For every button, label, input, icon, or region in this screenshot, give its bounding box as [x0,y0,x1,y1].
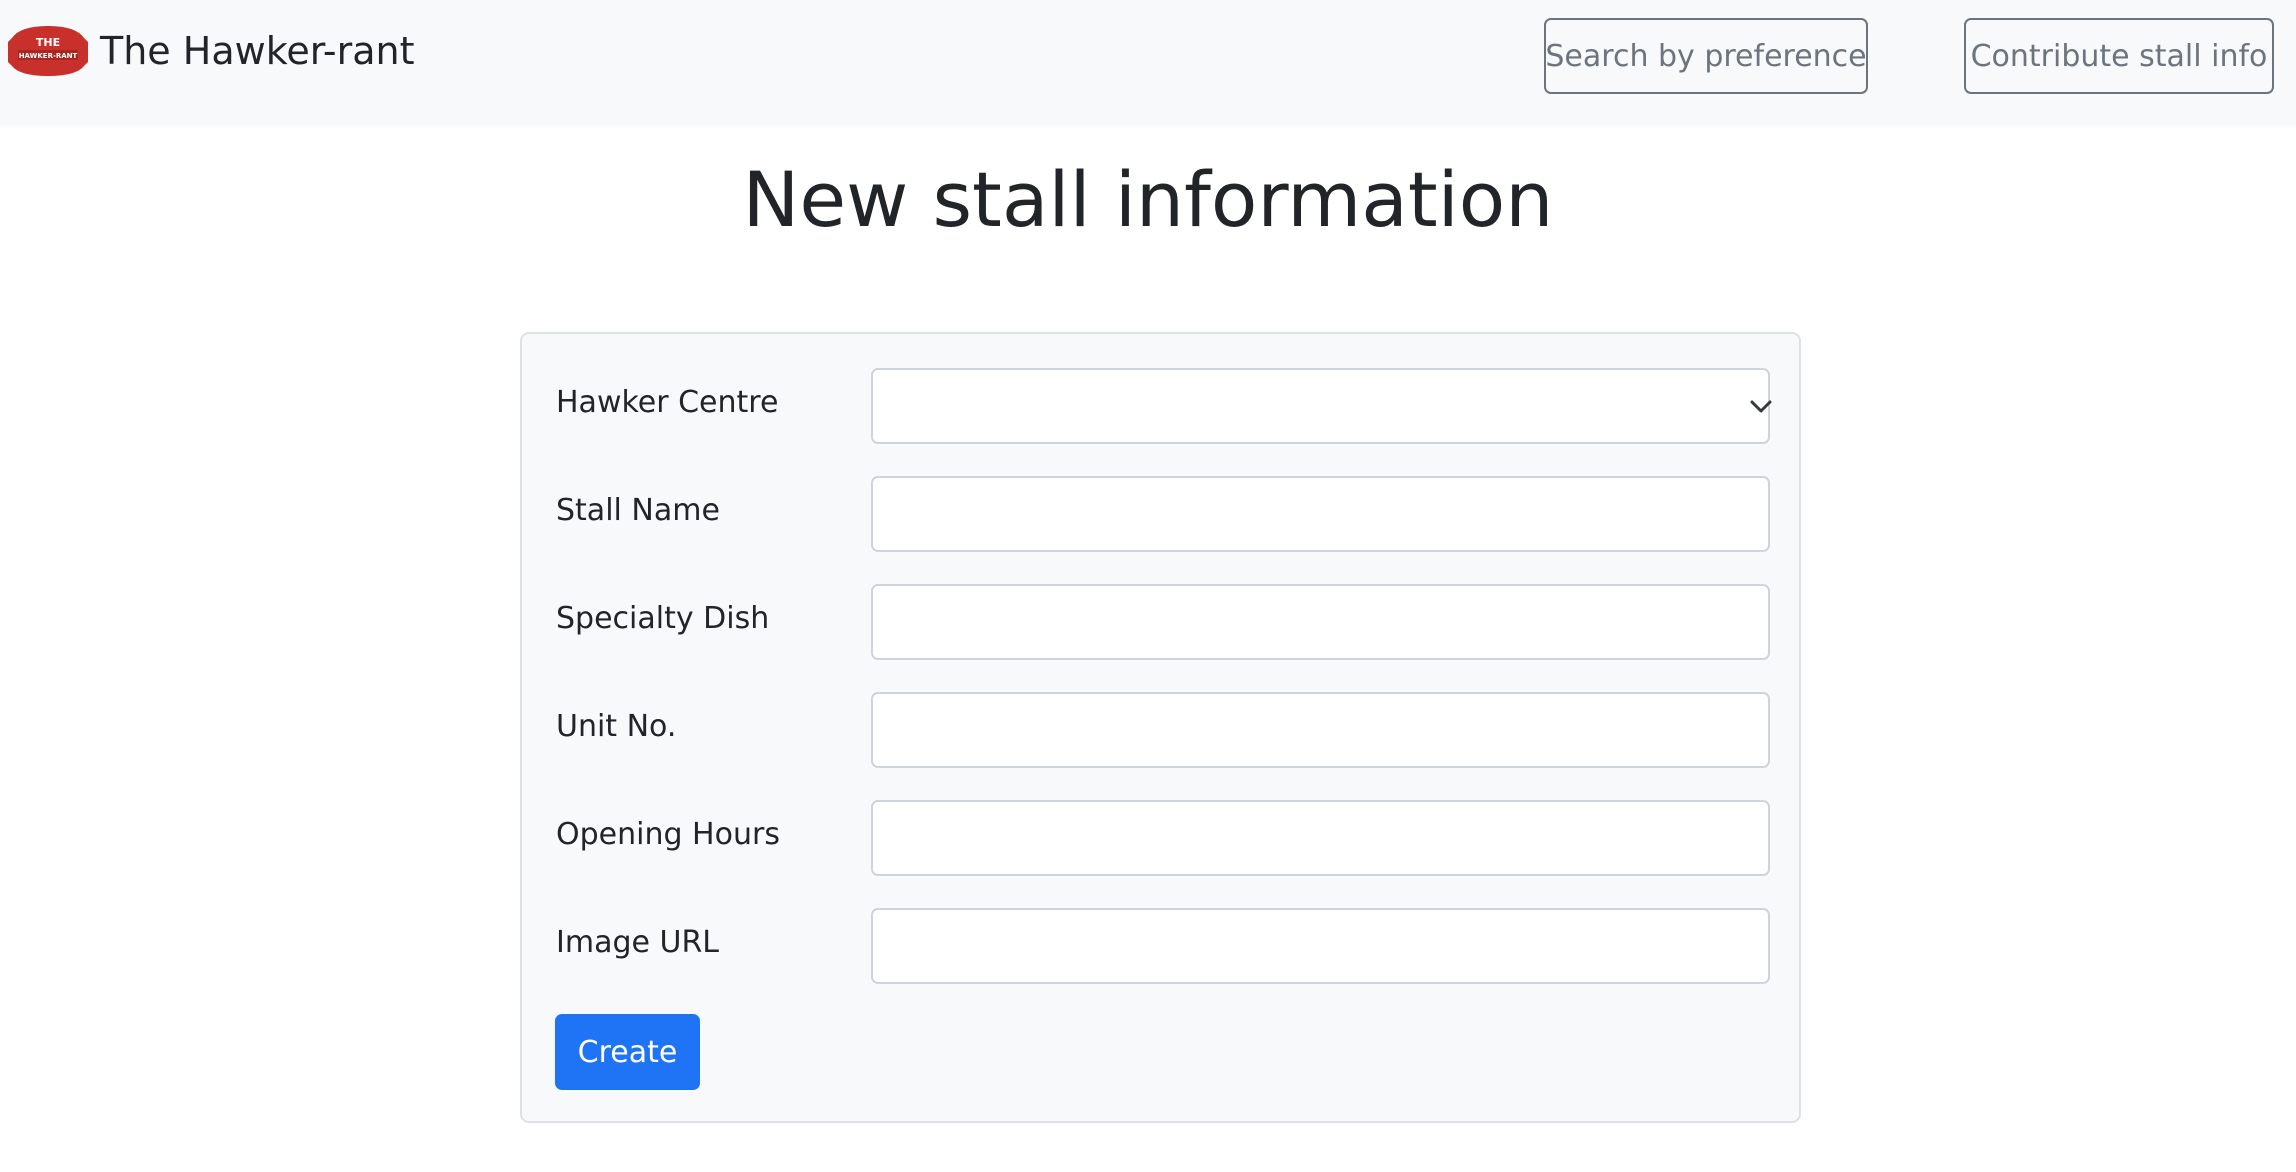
unit-no-row: Unit No. [522,692,1799,768]
opening-hours-input[interactable] [871,800,1770,876]
image-url-row: Image URL [522,908,1799,984]
hawker-centre-select[interactable] [871,368,1770,444]
navbar: THE HAWKER-RANT The Hawker-rant Search b… [0,0,2296,126]
hawker-centre-label: Hawker Centre [556,385,779,420]
image-url-input[interactable] [871,908,1770,984]
brand-title[interactable]: The Hawker-rant [100,22,415,80]
opening-hours-label: Opening Hours [556,817,780,852]
create-button[interactable]: Create [555,1014,700,1090]
contribute-stall-info-button[interactable]: Contribute stall info [1964,18,2274,94]
chevron-down-icon [1750,400,1772,413]
page-title: New stall information [742,155,1554,244]
specialty-dish-input[interactable] [871,584,1770,660]
stall-name-row: Stall Name [522,476,1799,552]
logo-icon: THE HAWKER-RANT [6,22,90,80]
unit-no-label: Unit No. [556,709,677,744]
specialty-dish-label: Specialty Dish [556,601,770,636]
new-stall-form: Hawker Centre Stall Name Specialty Dish … [520,332,1801,1123]
hawker-centre-row: Hawker Centre [522,368,1799,444]
image-url-label: Image URL [556,925,720,960]
brand[interactable]: THE HAWKER-RANT The Hawker-rant [6,22,415,80]
search-by-preference-button[interactable]: Search by preference [1544,18,1868,94]
opening-hours-row: Opening Hours [522,800,1799,876]
logo-text-top: THE [36,36,60,49]
stall-name-label: Stall Name [556,493,720,528]
stall-name-input[interactable] [871,476,1770,552]
logo-text-bottom: HAWKER-RANT [19,52,78,60]
unit-no-input[interactable] [871,692,1770,768]
specialty-dish-row: Specialty Dish [522,584,1799,660]
